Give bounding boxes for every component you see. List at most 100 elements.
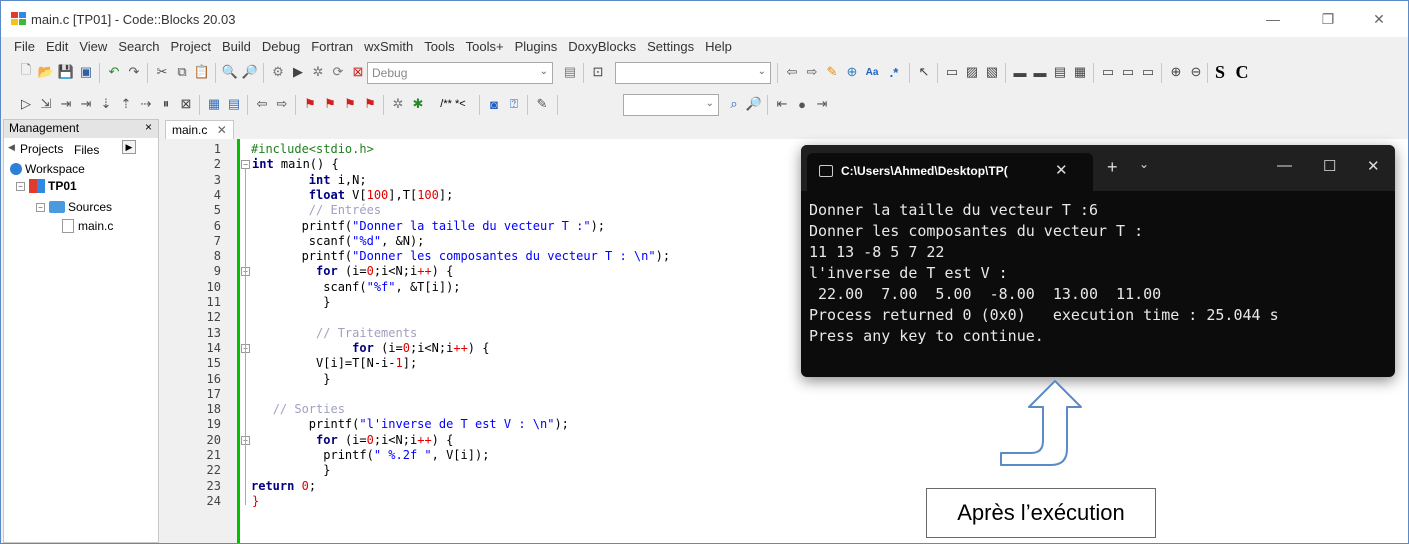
rebuild-icon[interactable]: ⟳: [329, 63, 347, 81]
tree-item-project[interactable]: − TP01: [16, 179, 77, 193]
maximize-button[interactable]: ❐: [1305, 7, 1351, 31]
next-instruction-icon[interactable]: ⇥: [77, 95, 95, 113]
console-tab-close-icon[interactable]: ✕: [1055, 161, 1068, 179]
tab-projects[interactable]: Projects: [20, 142, 63, 156]
layout-4-icon[interactable]: ▦: [1071, 63, 1089, 81]
pointer-icon[interactable]: ↖: [915, 63, 933, 81]
edit-image-icon[interactable]: ▧: [983, 63, 1001, 81]
console-minimize-button[interactable]: —: [1277, 157, 1292, 174]
pause-icon[interactable]: ⏸: [157, 95, 175, 113]
menu-tools-plus[interactable]: Tools+: [461, 37, 510, 57]
search-combo[interactable]: ⌄: [623, 94, 719, 116]
search-options-icon[interactable]: 🔎: [745, 95, 763, 113]
tab-scroll-left-icon[interactable]: ◀: [8, 142, 15, 153]
back-arrow-icon[interactable]: ⇦: [783, 63, 801, 81]
menu-tools[interactable]: Tools: [419, 37, 460, 57]
menu-plugins[interactable]: Plugins: [510, 37, 564, 57]
font-c-button[interactable]: C: [1233, 62, 1251, 82]
abort-icon[interactable]: ⊠: [349, 63, 367, 81]
replace-icon[interactable]: 🔎: [241, 63, 259, 81]
image-icon[interactable]: ▨: [963, 63, 981, 81]
forward-arrow-icon[interactable]: ⇨: [803, 63, 821, 81]
management-close-button[interactable]: ×: [145, 120, 152, 134]
tree-item-main-c[interactable]: main.c: [62, 219, 113, 233]
menu-edit[interactable]: Edit: [41, 37, 74, 57]
menu-fortran[interactable]: Fortran: [306, 37, 359, 57]
menu-debug[interactable]: Debug: [257, 37, 306, 57]
open-file-icon[interactable]: 📂: [37, 63, 55, 81]
step-out-icon[interactable]: ⇡: [117, 95, 135, 113]
menu-search[interactable]: Search: [113, 37, 165, 57]
close-button[interactable]: ✕: [1356, 7, 1402, 31]
cut-icon[interactable]: ✂: [153, 63, 171, 81]
next-occurrence-icon[interactable]: ⇥: [813, 95, 831, 113]
console-tab[interactable]: C:\Users\Ahmed\Desktop\TP( ✕: [807, 153, 1093, 191]
new-file-icon[interactable]: 🗋: [17, 62, 35, 81]
help-icon[interactable]: ⍰: [505, 95, 523, 113]
clear-bookmarks-icon[interactable]: ⚑: [361, 95, 379, 113]
show-target-icon[interactable]: ▤: [561, 63, 579, 81]
next-line-icon[interactable]: ⇥: [57, 95, 75, 113]
collapse-toggle-icon[interactable]: −: [16, 181, 25, 191]
menu-help[interactable]: Help: [700, 37, 738, 57]
save-all-icon[interactable]: ▣: [77, 63, 95, 81]
prev-occurrence-icon[interactable]: ⇤: [773, 95, 791, 113]
rect-shape-icon[interactable]: ▭: [943, 63, 961, 81]
fold-toggle-icon[interactable]: −: [241, 160, 250, 170]
build-and-run-icon[interactable]: ✲: [309, 63, 327, 81]
frame-3-icon[interactable]: ▭: [1139, 63, 1157, 81]
frame-2-icon[interactable]: ▭: [1119, 63, 1137, 81]
undo-icon[interactable]: ↶: [105, 63, 123, 81]
info-icon[interactable]: ▤: [225, 95, 243, 113]
editor-tab-main-c[interactable]: main.c ✕: [165, 120, 234, 139]
tree-item-workspace[interactable]: Workspace: [10, 162, 85, 176]
menu-view[interactable]: View: [74, 37, 113, 57]
symbol-select[interactable]: ⌄: [615, 62, 771, 84]
editor-tab-close-icon[interactable]: ✕: [217, 123, 227, 137]
comment-block-button[interactable]: /** *<: [431, 95, 475, 113]
tab-dropdown-icon[interactable]: ⌄: [1139, 157, 1149, 171]
zoom-in-icon[interactable]: ⊕: [1167, 63, 1185, 81]
select-icon[interactable]: ⊕: [843, 63, 861, 81]
stop-debug-icon[interactable]: ⊠: [177, 95, 195, 113]
layout-3-icon[interactable]: ▤: [1051, 63, 1069, 81]
toggle-mark-icon[interactable]: ●: [793, 95, 811, 113]
step-into-icon[interactable]: ⇣: [97, 95, 115, 113]
match-case-icon[interactable]: Aa: [863, 63, 881, 81]
redo-icon[interactable]: ↷: [125, 63, 143, 81]
search-go-icon[interactable]: ⌕: [725, 95, 743, 113]
prev-bookmark-icon[interactable]: ⚑: [321, 95, 339, 113]
copy-icon[interactable]: ⧉: [173, 63, 191, 81]
find-icon[interactable]: 🔍: [221, 63, 239, 81]
nav-forward-icon[interactable]: ⇨: [273, 95, 291, 113]
menu-doxyblocks[interactable]: DoxyBlocks: [563, 37, 642, 57]
menu-wxsmith[interactable]: wxSmith: [359, 37, 419, 57]
build-target-select[interactable]: Debug ⌄: [367, 62, 553, 84]
build-gear-icon[interactable]: ⚙: [269, 63, 287, 81]
run-icon[interactable]: ▶: [289, 63, 307, 81]
console-close-button[interactable]: ✕: [1367, 157, 1380, 175]
layout-2-icon[interactable]: ▬: [1031, 63, 1049, 81]
frame-1-icon[interactable]: ▭: [1099, 63, 1117, 81]
font-s-button[interactable]: S: [1211, 62, 1229, 82]
new-tab-button[interactable]: +: [1107, 157, 1118, 178]
collapse-toggle-icon[interactable]: −: [36, 202, 45, 212]
html-docs-icon[interactable]: ◙: [485, 95, 503, 113]
layout-1-icon[interactable]: ▬: [1011, 63, 1029, 81]
debug-windows-icon[interactable]: ▦: [205, 95, 223, 113]
menu-project[interactable]: Project: [166, 37, 217, 57]
step-icon[interactable]: ⇢: [137, 95, 155, 113]
doxy-extract-icon[interactable]: ✱: [409, 95, 427, 113]
tab-files[interactable]: Files: [74, 143, 99, 157]
highlight-icon[interactable]: ✎: [823, 63, 841, 81]
next-bookmark-icon[interactable]: ⚑: [341, 95, 359, 113]
doxy-wizard-icon[interactable]: ✲: [389, 95, 407, 113]
save-icon[interactable]: 💾: [57, 63, 75, 81]
tree-item-sources[interactable]: − Sources: [36, 200, 112, 214]
regex-icon[interactable]: .*: [885, 63, 903, 81]
debug-run-icon[interactable]: ▷: [17, 95, 35, 113]
minimize-button[interactable]: —: [1250, 7, 1296, 31]
run-to-cursor-icon[interactable]: ⇲: [37, 95, 55, 113]
paste-icon[interactable]: 📋: [193, 63, 211, 81]
tab-scroll-right-icon[interactable]: ▶: [122, 140, 136, 154]
